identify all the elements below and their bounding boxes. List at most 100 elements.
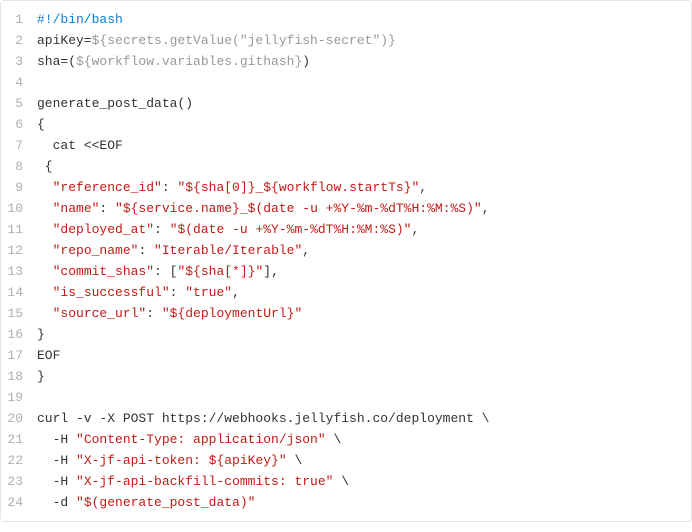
code-block: 123456789101112131415161718192021222324 … <box>0 0 692 522</box>
code-line: sha=(${workflow.variables.githash}) <box>37 51 679 72</box>
code-token: -H <box>37 432 76 447</box>
code-token: sha=( <box>37 54 76 69</box>
code-token: , <box>232 285 240 300</box>
code-line: "source_url": "${deploymentUrl}" <box>37 303 679 324</box>
code-token: "reference_id" <box>53 180 162 195</box>
code-token: : <box>154 222 170 237</box>
code-token: ) <box>302 54 310 69</box>
code-token: "$(date -u +%Y-%m-%dT%H:%M:%S)" <box>170 222 412 237</box>
line-number: 23 <box>1 471 31 492</box>
code-token: "Iterable/Iterable" <box>154 243 302 258</box>
code-token: ], <box>263 264 279 279</box>
code-token: "is_successful" <box>53 285 170 300</box>
line-number: 11 <box>1 219 31 240</box>
code-token: "source_url" <box>53 306 147 321</box>
code-token: "name" <box>53 201 100 216</box>
code-token: "${deploymentUrl}" <box>162 306 302 321</box>
line-number: 7 <box>1 135 31 156</box>
code-line: "name": "${service.name}_$(date -u +%Y-%… <box>37 198 679 219</box>
code-token: "$(generate_post_data)" <box>76 495 255 510</box>
line-number: 12 <box>1 240 31 261</box>
code-token: #!/bin/bash <box>37 12 123 27</box>
code-token: \ <box>326 432 342 447</box>
code-token: , <box>482 201 490 216</box>
code-token: "${service.name}_$(date -u +%Y-%m-%dT%H:… <box>115 201 482 216</box>
code-token: \ <box>287 453 303 468</box>
line-number: 17 <box>1 345 31 366</box>
code-token: "repo_name" <box>53 243 139 258</box>
code-token <box>37 243 53 258</box>
code-token <box>37 306 53 321</box>
line-number: 15 <box>1 303 31 324</box>
code-token: "${sha[*]}" <box>177 264 263 279</box>
code-token: : <box>146 306 162 321</box>
line-number: 10 <box>1 198 31 219</box>
code-line: "is_successful": "true", <box>37 282 679 303</box>
code-token: , <box>302 243 310 258</box>
code-token: curl -v -X POST https://webhooks.jellyfi… <box>37 411 489 426</box>
code-token: , <box>411 222 419 237</box>
line-number: 13 <box>1 261 31 282</box>
code-token: } <box>37 369 45 384</box>
code-line: } <box>37 324 679 345</box>
code-token: EOF <box>37 348 60 363</box>
line-number: 21 <box>1 429 31 450</box>
line-number: 3 <box>1 51 31 72</box>
code-token: "true" <box>185 285 232 300</box>
code-content: #!/bin/bash apiKey=${secrets.getValue("je… <box>31 1 691 521</box>
code-token <box>37 201 53 216</box>
code-line: generate_post_data() <box>37 93 679 114</box>
code-token: } <box>37 327 45 342</box>
line-number: 6 <box>1 114 31 135</box>
code-line: -d "$(generate_post_data)" <box>37 492 679 513</box>
line-number: 8 <box>1 156 31 177</box>
code-token: { <box>37 159 53 174</box>
code-token: \ <box>333 474 349 489</box>
code-token: : <box>99 201 115 216</box>
code-token: : [ <box>154 264 177 279</box>
code-line: #!/bin/bash <box>37 9 679 30</box>
code-token <box>37 264 53 279</box>
code-token: ${secrets.getValue("jellyfish-secret")} <box>92 33 396 48</box>
code-token <box>37 222 53 237</box>
line-number: 22 <box>1 450 31 471</box>
code-line: "deployed_at": "$(date -u +%Y-%m-%dT%H:%… <box>37 219 679 240</box>
line-number: 16 <box>1 324 31 345</box>
code-token: ${workflow.variables.githash} <box>76 54 302 69</box>
code-token: : <box>170 285 186 300</box>
line-number: 5 <box>1 93 31 114</box>
code-line: EOF <box>37 345 679 366</box>
code-line: curl -v -X POST https://webhooks.jellyfi… <box>37 408 679 429</box>
code-token: , <box>419 180 427 195</box>
code-line: } <box>37 366 679 387</box>
line-number: 14 <box>1 282 31 303</box>
line-number: 1 <box>1 9 31 30</box>
line-number: 9 <box>1 177 31 198</box>
line-number: 2 <box>1 30 31 51</box>
code-line: "reference_id": "${sha[0]}_${workflow.st… <box>37 177 679 198</box>
code-token: apiKey= <box>37 33 92 48</box>
code-line: apiKey=${secrets.getValue("jellyfish-sec… <box>37 30 679 51</box>
code-token: generate_post_data() <box>37 96 193 111</box>
code-token: : <box>162 180 178 195</box>
code-line: -H "Content-Type: application/json" \ <box>37 429 679 450</box>
code-token: : <box>138 243 154 258</box>
code-line: { <box>37 156 679 177</box>
code-token: "${sha[0]}_${workflow.startTs}" <box>177 180 419 195</box>
code-line: -H "X-jf-api-backfill-commits: true" \ <box>37 471 679 492</box>
line-number: 18 <box>1 366 31 387</box>
line-number: 24 <box>1 492 31 513</box>
code-token: "X-jf-api-token: ${apiKey}" <box>76 453 287 468</box>
code-line: "repo_name": "Iterable/Iterable", <box>37 240 679 261</box>
code-line <box>37 387 679 408</box>
line-number-gutter: 123456789101112131415161718192021222324 <box>1 1 31 521</box>
code-token: -H <box>37 453 76 468</box>
code-token: "Content-Type: application/json" <box>76 432 326 447</box>
line-number: 20 <box>1 408 31 429</box>
code-token: -H <box>37 474 76 489</box>
code-line: "commit_shas": ["${sha[*]}"], <box>37 261 679 282</box>
code-token: "deployed_at" <box>53 222 154 237</box>
code-token: "X-jf-api-backfill-commits: true" <box>76 474 333 489</box>
code-line: cat <<EOF <box>37 135 679 156</box>
code-token: "commit_shas" <box>53 264 154 279</box>
